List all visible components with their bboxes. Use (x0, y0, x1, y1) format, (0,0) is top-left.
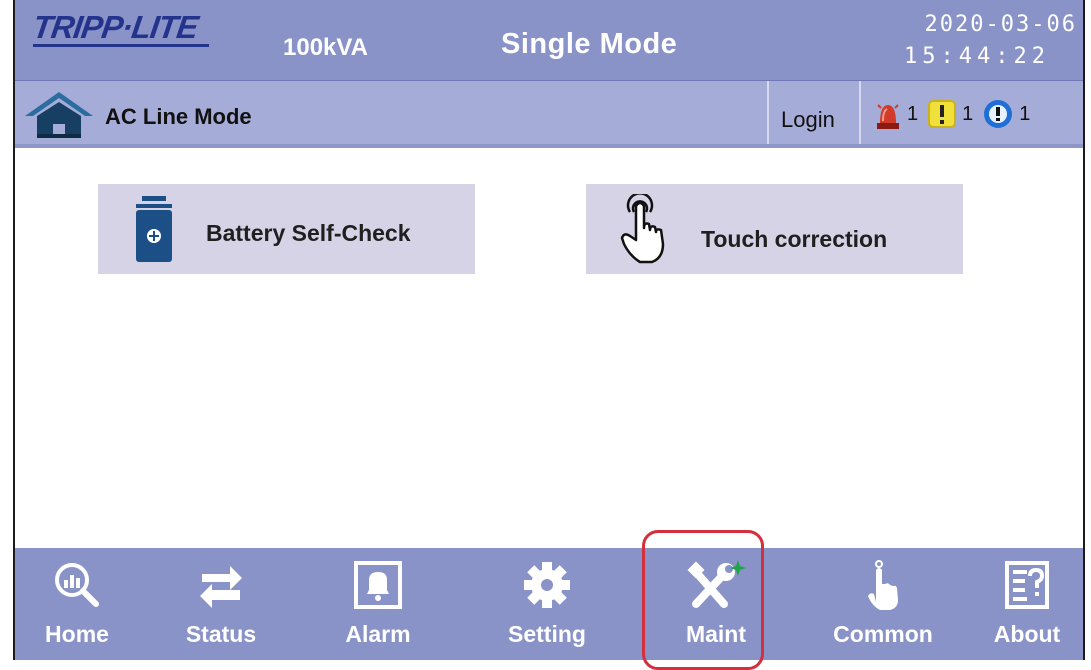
touch-correction-button[interactable]: Touch correction (586, 184, 963, 274)
line-mode-status: AC Line Mode (105, 104, 252, 129)
battery-icon (136, 196, 172, 262)
pointer-icon (868, 560, 898, 610)
nav-alarm-label: Alarm (345, 621, 411, 647)
info-alarm-count: 1 (1019, 102, 1031, 125)
time-display: 15:44:22 (904, 44, 1050, 69)
nav-common[interactable]: Common (823, 548, 943, 660)
home-chart-icon (55, 563, 99, 607)
siren-icon (877, 104, 899, 129)
brand-logo-text: TRIPP·LITE (30, 9, 200, 45)
status-bar: AC Line Mode Login 1 1 1 (15, 81, 1083, 148)
info-icon (984, 100, 1013, 128)
nav-home-label: Home (45, 621, 109, 647)
nav-status-label: Status (185, 621, 257, 647)
mode-label: Single Mode (501, 28, 678, 60)
bell-icon (354, 561, 402, 609)
nav-about[interactable]: About (967, 548, 1083, 660)
nav-common-label: Common (833, 621, 933, 647)
warning-alarm-count: 1 (962, 102, 974, 125)
arrows-icon (200, 566, 242, 608)
login-label: Login (781, 107, 835, 132)
selected-nav-highlight (642, 530, 764, 670)
nav-home[interactable]: Home (17, 548, 137, 660)
nav-setting[interactable]: Setting (487, 548, 607, 660)
brand-logo: TRIPP·LITE (30, 9, 209, 47)
nav-status[interactable]: Status (161, 548, 281, 660)
capacity-label: 100kVA (283, 34, 368, 61)
login-button[interactable]: Login (767, 81, 861, 144)
critical-alarm-count: 1 (907, 102, 919, 125)
home-icon[interactable] (23, 90, 95, 138)
nav-alarm[interactable]: Alarm (318, 548, 438, 660)
touch-correction-label: Touch correction (701, 226, 888, 252)
help-document-icon (1005, 561, 1049, 609)
touch-hand-icon (620, 194, 665, 264)
battery-self-check-button[interactable]: Battery Self-Check (98, 184, 475, 274)
top-header: TRIPP·LITE 100kVA Single Mode 2020-03-06… (15, 0, 1083, 81)
nav-about-label: About (993, 621, 1061, 647)
battery-self-check-label: Battery Self-Check (206, 220, 411, 246)
nav-setting-label: Setting (508, 621, 586, 647)
bottom-nav: Home Status Alarm Setting Maint Common A… (15, 548, 1083, 660)
date-display: 2020-03-06 (924, 12, 1077, 37)
maintenance-panel: Battery Self-Check Touch correction (15, 148, 1083, 543)
ups-screen: TRIPP·LITE 100kVA Single Mode 2020-03-06… (13, 0, 1085, 660)
gear-icon (524, 562, 570, 608)
alarm-counters[interactable]: 1 1 1 (875, 99, 1040, 129)
warning-icon (928, 100, 957, 128)
